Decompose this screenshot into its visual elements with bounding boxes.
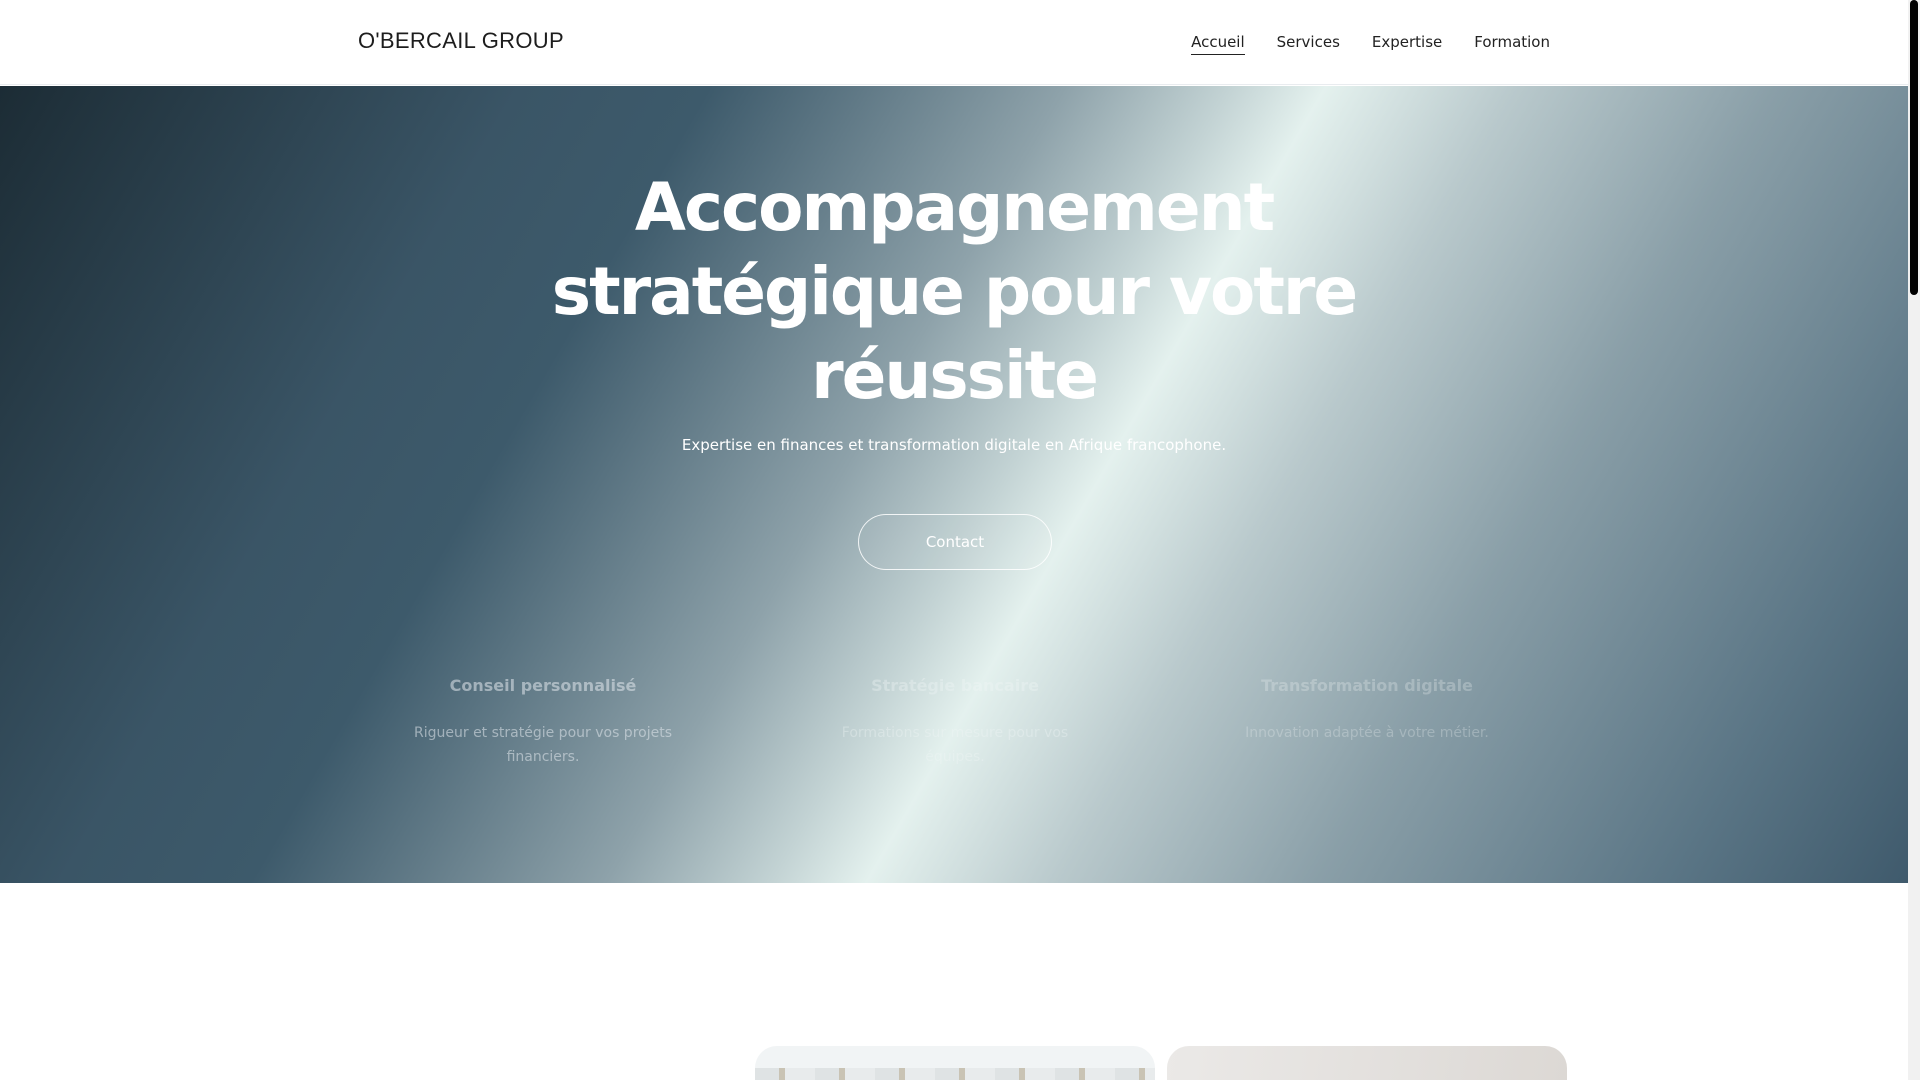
feature-title: Transformation digitale xyxy=(1261,676,1473,695)
feature-card: Stratégie bancaire Formations sur mesure… xyxy=(815,676,1095,769)
nav-expertise[interactable]: Expertise xyxy=(1372,33,1442,55)
browser-viewport: O'BERCAIL GROUP Accueil Services Experti… xyxy=(0,0,1920,1080)
main-nav: Accueil Services Expertise Formation xyxy=(1191,33,1550,55)
feature-text: Rigueur et stratégie pour vos projets fi… xyxy=(414,725,672,765)
site-logo[interactable]: O'BERCAIL GROUP xyxy=(358,28,564,54)
hero-title-line-3: réussite xyxy=(811,337,1099,414)
feature-text: Innovation adaptée à votre métier. xyxy=(1245,725,1489,741)
feature-title: Stratégie bancaire xyxy=(871,676,1039,695)
nav-formation[interactable]: Formation xyxy=(1474,33,1550,55)
scrollbar-thumb[interactable] xyxy=(1910,0,1918,295)
nav-accueil[interactable]: Accueil xyxy=(1191,33,1245,55)
vertical-scrollbar[interactable] xyxy=(1908,0,1920,1080)
hero-title: Accompagnement stratégique pour votre ré… xyxy=(0,166,1908,418)
hero-section: Accompagnement stratégique pour votre ré… xyxy=(0,86,1908,883)
feature-title: Conseil personnalisé xyxy=(449,676,637,695)
feature-card: Conseil personnalisé Rigueur et stratégi… xyxy=(403,676,683,769)
contact-button[interactable]: Contact xyxy=(858,514,1052,570)
feature-text: Formations sur mesure pour vos équipes. xyxy=(841,725,1069,765)
map-strip-image xyxy=(755,1068,1155,1080)
feature-card: Transformation digitale Innovation adapt… xyxy=(1227,676,1507,745)
hero-title-line-2: stratégique pour votre xyxy=(551,253,1358,330)
page-content: O'BERCAIL GROUP Accueil Services Experti… xyxy=(0,0,1908,1080)
hero-subtitle: Expertise en finances et transformation … xyxy=(681,436,1227,454)
image-card-photo[interactable] xyxy=(1167,1046,1567,1080)
site-header: O'BERCAIL GROUP Accueil Services Experti… xyxy=(0,0,1908,85)
image-card-map[interactable] xyxy=(755,1046,1155,1080)
nav-services[interactable]: Services xyxy=(1277,33,1340,55)
hero-title-line-1: Accompagnement xyxy=(634,169,1275,246)
